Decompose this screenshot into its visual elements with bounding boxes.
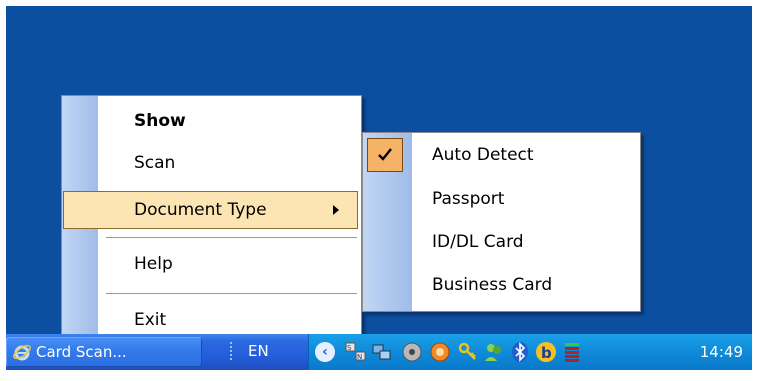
menu-item-label: Passport xyxy=(432,189,505,209)
menu-separator xyxy=(106,293,357,297)
taskbar-button-card-scan[interactable]: Card Scan... xyxy=(6,337,202,367)
menu-item-label: Scan xyxy=(134,153,176,173)
menu-item-label: Exit xyxy=(134,310,167,330)
menu-item-business-card[interactable]: Business Card xyxy=(363,267,640,303)
tray-expand-icon[interactable]: ‹ xyxy=(315,342,335,362)
system-tray: ‹ S N b 14:49 xyxy=(308,334,752,370)
menu-item-label: Show xyxy=(134,111,186,131)
taskbar-button-label: Card Scan... xyxy=(36,343,127,361)
menu-item-show[interactable]: Show xyxy=(62,103,361,139)
taskbar-clock[interactable]: 14:49 xyxy=(700,343,743,361)
bluetooth-icon[interactable] xyxy=(509,341,531,363)
menu-item-passport[interactable]: Passport xyxy=(363,181,640,217)
menu-item-help[interactable]: Help xyxy=(62,246,361,282)
menu-item-label: Document Type xyxy=(134,200,267,220)
bars-icon[interactable] xyxy=(561,341,583,363)
menu-item-label: ID/DL Card xyxy=(432,232,524,252)
disk-icon[interactable] xyxy=(401,341,423,363)
svg-text:b: b xyxy=(541,344,552,362)
language-indicator[interactable]: EN xyxy=(248,342,269,360)
menu-separator xyxy=(106,237,357,241)
desktop: Show Scan Document Type Help Exit Auto D… xyxy=(6,6,752,370)
internet-explorer-icon xyxy=(12,342,32,362)
menu-item-label: Auto Detect xyxy=(432,145,534,165)
network-icon[interactable] xyxy=(371,341,393,363)
menu-item-exit[interactable]: Exit xyxy=(62,302,361,338)
menu-item-document-type[interactable]: Document Type xyxy=(63,191,358,229)
b-app-icon[interactable]: b xyxy=(535,341,557,363)
submenu-arrow-icon xyxy=(333,205,339,215)
tray-context-menu: Show Scan Document Type Help Exit xyxy=(61,95,362,348)
menu-item-scan[interactable]: Scan xyxy=(62,145,361,181)
checkmark-icon xyxy=(367,138,403,172)
svg-text:S: S xyxy=(347,344,352,352)
key-icon[interactable] xyxy=(457,341,479,363)
svg-text:N: N xyxy=(357,353,362,361)
toolbar-grip[interactable] xyxy=(230,342,234,362)
menu-item-label: Business Card xyxy=(432,275,553,295)
people-icon[interactable] xyxy=(483,341,505,363)
media-icon[interactable] xyxy=(429,341,451,363)
document-type-submenu: Auto Detect Passport ID/DL Card Business… xyxy=(362,132,641,312)
taskbar: Card Scan... EN ‹ S N b 14:49 xyxy=(6,334,752,370)
menu-item-id-dl-card[interactable]: ID/DL Card xyxy=(363,224,640,260)
menu-item-auto-detect[interactable]: Auto Detect xyxy=(363,137,640,173)
sound-icon[interactable]: S N xyxy=(345,341,367,363)
menu-item-label: Help xyxy=(134,254,173,274)
